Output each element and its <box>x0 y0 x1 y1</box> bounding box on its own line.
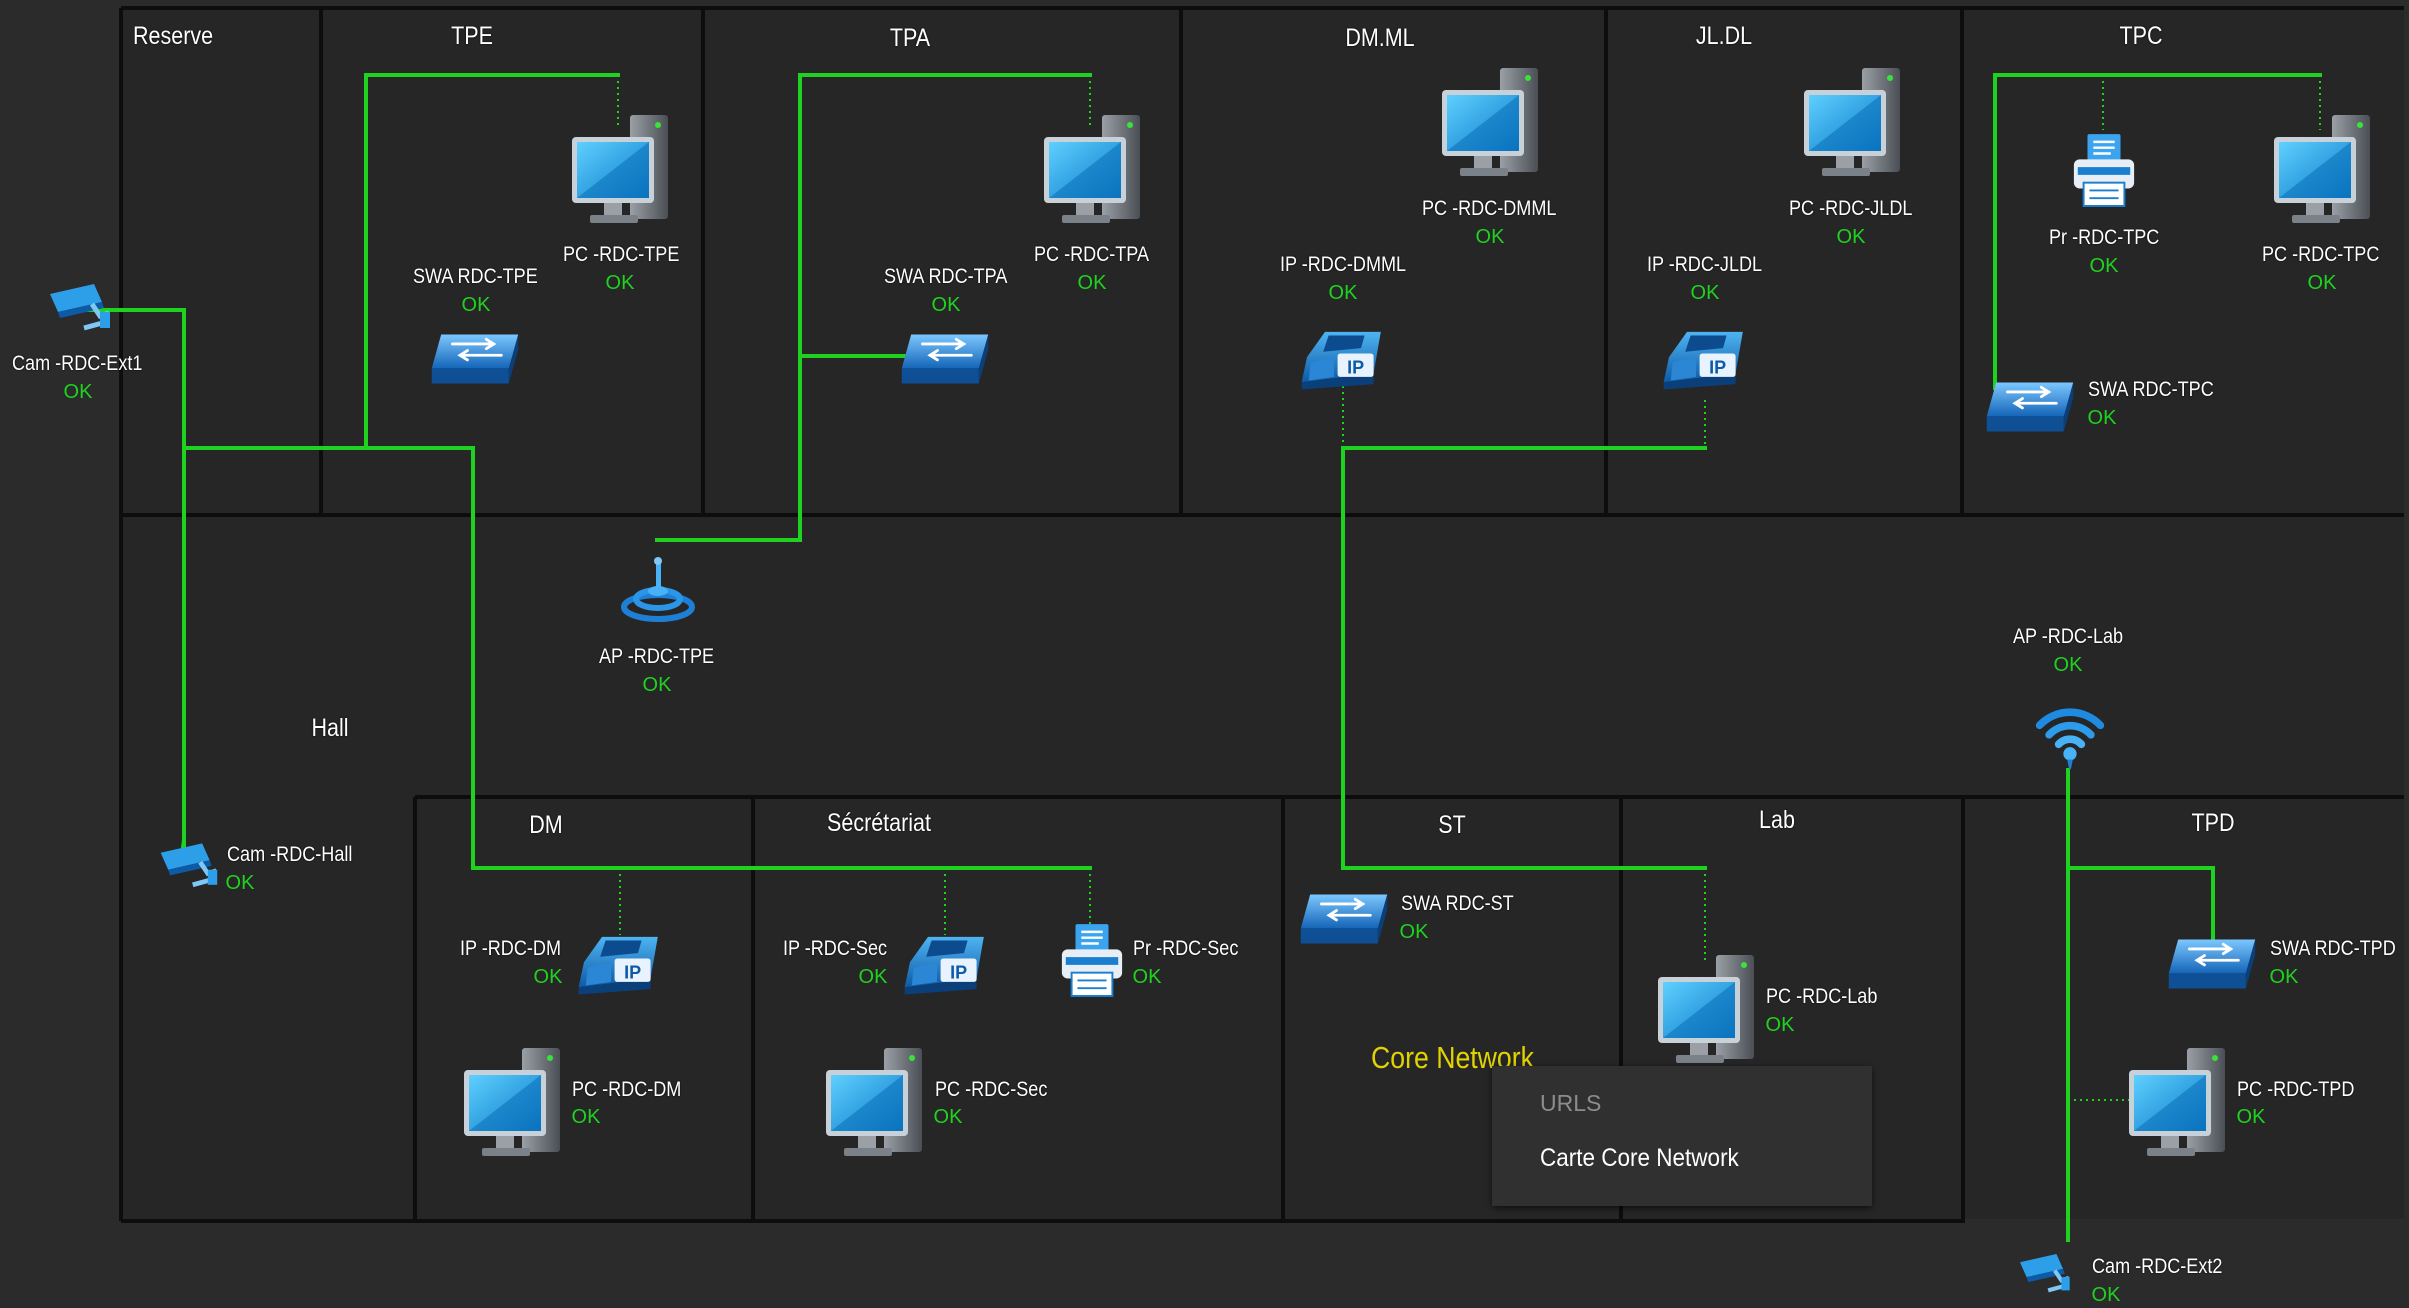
status-text: OK <box>1836 226 1866 248</box>
status-text: OK <box>1765 1014 1795 1036</box>
room-label-st: ST <box>1438 811 1466 839</box>
device-label: Cam -RDC-Ext1 <box>12 352 143 375</box>
switch-icon[interactable] <box>1985 381 2075 433</box>
status-text: OK <box>642 674 672 696</box>
camera-icon[interactable] <box>50 284 110 328</box>
status-text: OK <box>2053 654 2083 676</box>
switch-icon[interactable] <box>430 333 520 385</box>
status-text: OK <box>1328 282 1358 304</box>
status-text: OK <box>533 966 563 988</box>
switch-icon[interactable] <box>2167 938 2257 990</box>
device-label: IP -RDC-DMML <box>1280 253 1407 276</box>
status-text: OK <box>1690 282 1720 304</box>
status-text: OK <box>571 1106 601 1128</box>
status-text: OK <box>858 966 888 988</box>
status-text: OK <box>2269 966 2299 988</box>
device-label: AP -RDC-TPE <box>599 645 715 668</box>
room-label-dm: DM <box>529 811 563 839</box>
room-label-tpc: TPC <box>2119 22 2163 50</box>
room-label-dmml: DM.ML <box>1345 24 1415 52</box>
device-label: IP -RDC-JLDL <box>1647 253 1763 276</box>
device-label: IP -RDC-DM <box>460 937 562 960</box>
device-label: PC -RDC-TPC <box>2262 243 2380 266</box>
status-text: OK <box>63 381 93 403</box>
room-label-tpa: TPA <box>889 24 931 52</box>
status-text: OK <box>2236 1106 2266 1128</box>
menu-item-carte-core-network[interactable]: Carte Core Network <box>1540 1144 1739 1173</box>
room-label-tpe: TPE <box>451 22 493 50</box>
status-text: OK <box>1475 226 1505 248</box>
device-label: PC -RDC-DMML <box>1422 197 1557 220</box>
device-label: PC -RDC-JLDL <box>1789 197 1913 220</box>
device-label: SWA RDC-TPA <box>884 265 1008 288</box>
device-label: Cam -RDC-Ext2 <box>2092 1255 2223 1278</box>
status-text: OK <box>225 872 255 894</box>
device-label: SWA RDC-ST <box>1401 892 1514 915</box>
device-label: PC -RDC-Sec <box>935 1078 1048 1101</box>
status-text: OK <box>1132 966 1162 988</box>
status-text: OK <box>1077 272 1107 294</box>
device-label: PC -RDC-TPA <box>1034 243 1150 266</box>
device-label: PC -RDC-TPE <box>563 243 680 266</box>
device-label: SWA RDC-TPC <box>2088 378 2214 401</box>
device-label: AP -RDC-Lab <box>2013 625 2124 648</box>
status-text: OK <box>461 294 491 316</box>
room-label-tpd: TPD <box>2191 809 2235 837</box>
device-label: PC -RDC-DM <box>572 1078 682 1101</box>
device-label: SWA RDC-TPD <box>2270 937 2396 960</box>
status-text: OK <box>931 294 961 316</box>
status-text: OK <box>2091 1284 2121 1306</box>
device-label: PC -RDC-Lab <box>1766 985 1878 1008</box>
room-label-secretariat: Sécrétariat <box>827 809 931 837</box>
device-label: PC -RDC-TPD <box>2237 1078 2355 1101</box>
room-label-hall: Hall <box>311 714 349 742</box>
device-label: Pr -RDC-TPC <box>2049 226 2160 249</box>
switch-icon[interactable] <box>900 333 990 385</box>
device-label: Cam -RDC-Hall <box>227 843 353 866</box>
status-text: OK <box>1399 921 1429 943</box>
menu-header: URLS <box>1540 1090 1602 1116</box>
device-label: Pr -RDC-Sec <box>1133 937 1239 960</box>
room-label-reserve: Reserve <box>133 22 214 50</box>
device-label: SWA RDC-TPE <box>413 265 538 288</box>
camera-icon[interactable] <box>2020 1254 2070 1290</box>
floor-plan: IP <box>0 6 2404 1308</box>
status-text: OK <box>605 272 635 294</box>
room-label-lab: Lab <box>1759 806 1795 834</box>
status-text: OK <box>2089 255 2119 277</box>
switch-icon[interactable] <box>1299 893 1389 945</box>
status-text: OK <box>2307 272 2337 294</box>
status-text: OK <box>933 1106 963 1128</box>
device-label: IP -RDC-Sec <box>783 937 888 960</box>
urls-context-menu: URLS Carte Core Network <box>1492 1066 1872 1206</box>
room-label-jldl: JL.DL <box>1695 22 1753 50</box>
status-text: OK <box>2087 407 2117 429</box>
